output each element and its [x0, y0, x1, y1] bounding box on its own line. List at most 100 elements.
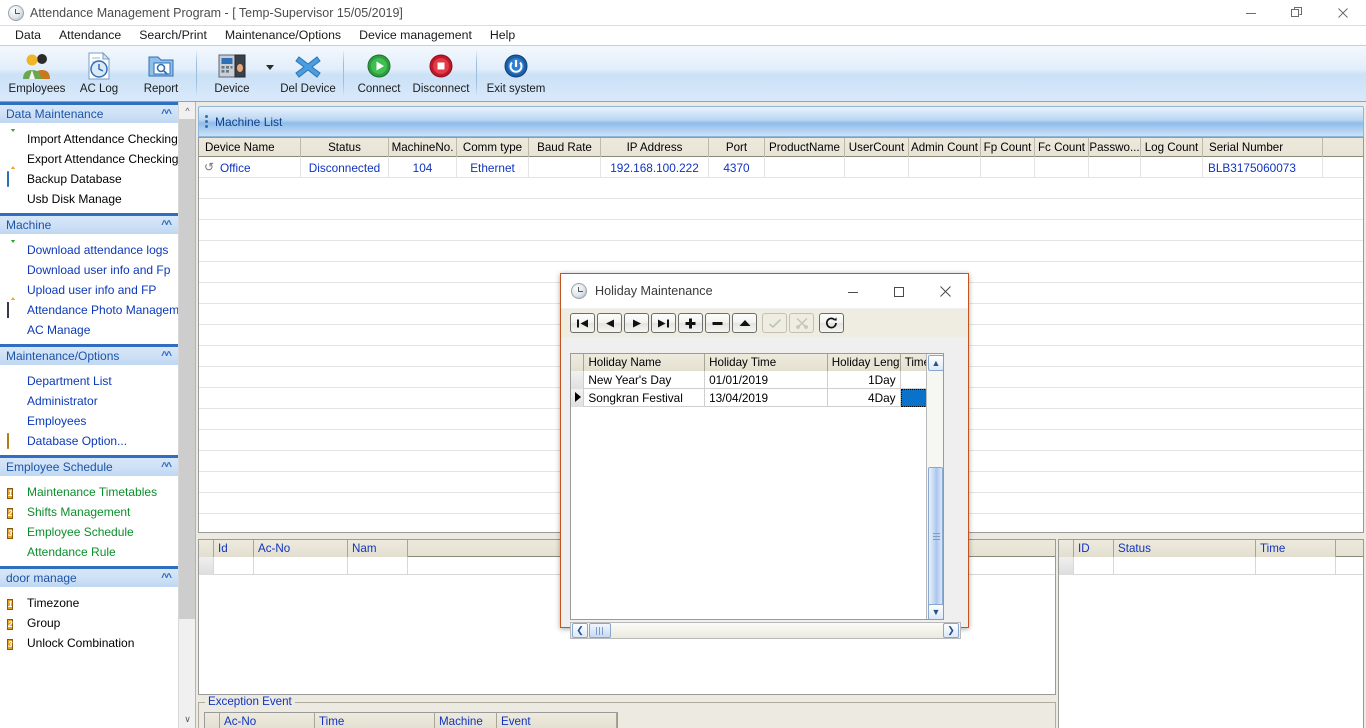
dialog-maximize-button[interactable]: [876, 274, 922, 309]
col-holiday-name[interactable]: Holiday Name: [584, 354, 706, 371]
cell-id[interactable]: [1074, 557, 1114, 575]
scroll-right-icon[interactable]: ❯: [943, 623, 959, 638]
sidebar-item-download-attendance-logs[interactable]: Download attendance logs: [0, 240, 178, 260]
minimize-button[interactable]: [1228, 0, 1274, 26]
scroll-up-icon[interactable]: ▲: [928, 355, 943, 371]
cell-product-name[interactable]: [765, 157, 845, 178]
col-machine[interactable]: Machine: [435, 713, 497, 728]
cell-holiday-name[interactable]: Songkran Festival: [584, 389, 706, 407]
cell-status[interactable]: [1114, 557, 1256, 575]
cell-holiday-time[interactable]: 01/01/2019: [705, 371, 828, 389]
toolbar-employees-button[interactable]: Employees: [6, 46, 68, 102]
row-selector-cell[interactable]: [1059, 557, 1074, 575]
toolbar-device-button[interactable]: Device: [201, 46, 263, 102]
cell-fc-count[interactable]: [1035, 157, 1089, 178]
cell-id[interactable]: [214, 557, 254, 575]
edit-record-button[interactable]: [732, 313, 757, 333]
cell-holiday-name[interactable]: New Year's Day: [584, 371, 706, 389]
sidebar-item-export-attendance-checking[interactable]: Export Attendance Checking ...: [0, 149, 178, 169]
sidebar-item-backup-database[interactable]: Backup Database: [0, 169, 178, 189]
col-ip-address[interactable]: IP Address: [601, 138, 709, 157]
col-admin-count[interactable]: Admin Count: [909, 138, 981, 157]
sidebar-item-maintenance-timetables[interactable]: 1 Maintenance Timetables: [0, 482, 178, 502]
cell-status[interactable]: Disconnected: [301, 157, 389, 178]
toolbar-exit-system-button[interactable]: Exit system: [481, 46, 551, 102]
holiday-grid-vertical-scrollbar[interactable]: ▲ ▼: [926, 354, 943, 619]
table-row[interactable]: ↺ Office Disconnected 104 Ethernet 192.1…: [199, 157, 1363, 178]
scroll-down-icon[interactable]: ∨: [179, 711, 195, 728]
device-dropdown-button[interactable]: [263, 46, 277, 102]
sidebar-item-attendance-rule[interactable]: Attendance Rule: [0, 542, 178, 562]
sidebar-item-ac-manage[interactable]: AC Manage: [0, 320, 178, 340]
scroll-down-icon[interactable]: ▼: [928, 604, 943, 619]
sidebar-item-import-attendance-checking[interactable]: Import Attendance Checking ...: [0, 129, 178, 149]
sidebar-group-header-maintenance-options[interactable]: Maintenance/Options ^^: [0, 344, 178, 366]
scroll-left-icon[interactable]: ❮: [572, 623, 588, 638]
cell-serial-number[interactable]: BLB3175060073: [1203, 157, 1323, 178]
vertical-scroll-thumb[interactable]: [928, 467, 943, 607]
sidebar-group-header-door-manage[interactable]: door manage ^^: [0, 566, 178, 588]
table-row[interactable]: New Year's Day 01/01/2019 1Day: [571, 371, 943, 389]
col-holiday-time[interactable]: Holiday Time: [705, 354, 828, 371]
exception-event-grid[interactable]: Ac-No Time Machine Event: [204, 712, 618, 728]
sidebar-item-employee-schedule[interactable]: 3 Employee Schedule: [0, 522, 178, 542]
col-time[interactable]: Time: [1256, 540, 1336, 557]
col-ac-no[interactable]: Ac-No: [254, 540, 348, 557]
sidebar-scroll-thumb[interactable]: [179, 119, 195, 619]
cell-time[interactable]: [1256, 557, 1336, 575]
sidebar-group-header-machine[interactable]: Machine ^^: [0, 213, 178, 235]
row-selector-cell[interactable]: [571, 389, 585, 407]
col-device-name[interactable]: Device Name: [199, 138, 301, 157]
sidebar-group-header-data-maintenance[interactable]: Data Maintenance ^^: [0, 102, 178, 124]
cell-comm-type[interactable]: Ethernet: [457, 157, 529, 178]
cell-holiday-length[interactable]: 4Day: [828, 389, 901, 407]
col-serial-number[interactable]: Serial Number: [1203, 138, 1323, 157]
holiday-grid-horizontal-scrollbar[interactable]: ❮ ❯: [570, 622, 961, 639]
toolbar-report-button[interactable]: Report: [130, 46, 192, 102]
cell-fp-count[interactable]: [981, 157, 1035, 178]
col-name[interactable]: Nam: [348, 540, 408, 557]
cell-password[interactable]: [1089, 157, 1141, 178]
prev-record-button[interactable]: [597, 313, 622, 333]
col-holiday-length[interactable]: Holiday Length: [827, 354, 901, 371]
first-record-button[interactable]: [570, 313, 595, 333]
col-machine-no[interactable]: MachineNo.: [389, 138, 457, 157]
cell-log-count[interactable]: [1141, 157, 1203, 178]
col-fc-count[interactable]: Fc Count: [1035, 138, 1089, 157]
sidebar-item-attendance-photo-management[interactable]: Attendance Photo Managem...: [0, 300, 178, 320]
dialog-minimize-button[interactable]: [830, 274, 876, 309]
cell-name[interactable]: [348, 557, 408, 575]
col-product-name[interactable]: ProductName: [765, 138, 845, 157]
holiday-maintenance-dialog[interactable]: Holiday Maintenance Holiday Name Holiday…: [560, 273, 969, 639]
col-fp-count[interactable]: Fp Count: [981, 138, 1035, 157]
holiday-grid[interactable]: Holiday Name Holiday Time Holiday Length…: [570, 353, 944, 620]
last-record-button[interactable]: [651, 313, 676, 333]
menu-item-help[interactable]: Help: [481, 26, 524, 45]
sidebar-item-administrator[interactable]: Administrator: [0, 391, 178, 411]
cell-holiday-length[interactable]: 1Day: [828, 371, 901, 389]
toolbar-connect-button[interactable]: Connect: [348, 46, 410, 102]
col-status[interactable]: Status: [301, 138, 389, 157]
sidebar-group-header-employee-schedule[interactable]: Employee Schedule ^^: [0, 455, 178, 477]
status-grid[interactable]: ID Status Time: [1058, 539, 1364, 728]
cell-user-count[interactable]: [845, 157, 909, 178]
col-status[interactable]: Status: [1114, 540, 1256, 557]
sidebar-item-usb-disk-manage[interactable]: Usb Disk Manage: [0, 189, 178, 209]
sidebar-item-timezone[interactable]: 1 Timezone: [0, 593, 178, 613]
cell-device-name[interactable]: ↺ Office: [199, 157, 301, 178]
cell-holiday-time[interactable]: 13/04/2019: [705, 389, 828, 407]
col-password[interactable]: Passwo...: [1089, 138, 1141, 157]
refresh-button[interactable]: [819, 313, 844, 333]
cell-ip-address[interactable]: 192.168.100.222: [601, 157, 709, 178]
delete-record-button[interactable]: [705, 313, 730, 333]
table-row[interactable]: Songkran Festival 13/04/2019 4Day: [571, 389, 943, 407]
col-id[interactable]: ID: [1074, 540, 1114, 557]
maximize-button[interactable]: [1274, 0, 1320, 26]
menu-item-attendance[interactable]: Attendance: [50, 26, 130, 45]
row-selector-cell[interactable]: [571, 371, 585, 389]
cell-admin-count[interactable]: [909, 157, 981, 178]
scroll-up-icon[interactable]: ^: [179, 102, 195, 119]
menu-item-maintenance-options[interactable]: Maintenance/Options: [216, 26, 350, 45]
row-selector-cell[interactable]: [199, 557, 214, 575]
sidebar-item-upload-user-info-and-fp[interactable]: Upload user info and FP: [0, 280, 178, 300]
